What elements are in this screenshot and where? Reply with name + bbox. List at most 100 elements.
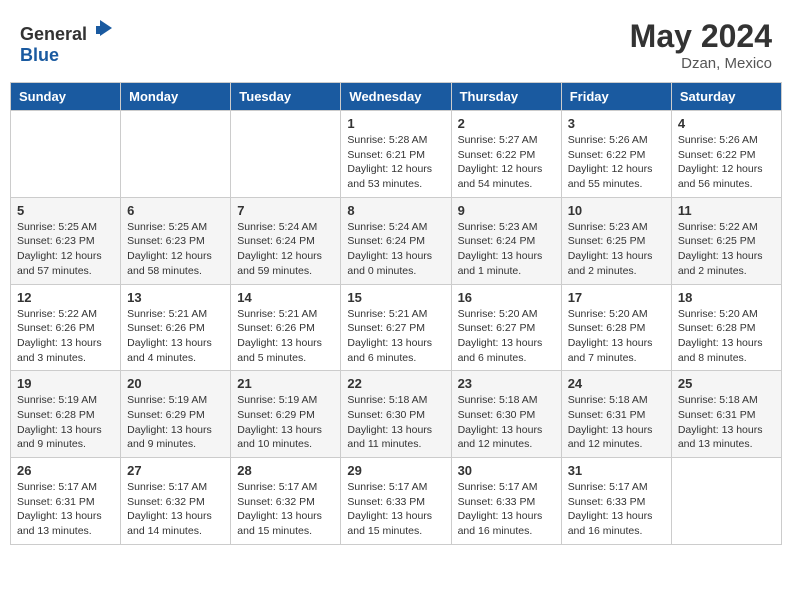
calendar-cell: 29Sunrise: 5:17 AM Sunset: 6:33 PM Dayli… [341, 458, 451, 545]
day-info: Sunrise: 5:17 AM Sunset: 6:31 PM Dayligh… [17, 480, 114, 539]
calendar-cell: 22Sunrise: 5:18 AM Sunset: 6:30 PM Dayli… [341, 371, 451, 458]
calendar-cell: 25Sunrise: 5:18 AM Sunset: 6:31 PM Dayli… [671, 371, 781, 458]
calendar-cell [121, 111, 231, 198]
day-number: 2 [458, 116, 555, 131]
calendar-cell [231, 111, 341, 198]
day-info: Sunrise: 5:23 AM Sunset: 6:24 PM Dayligh… [458, 220, 555, 279]
calendar-cell: 28 Sunrise: 5:17 AM Sunset: 6:32 PM Dayli… [231, 458, 341, 545]
calendar-cell: 15Sunrise: 5:21 AM Sunset: 6:27 PM Dayli… [341, 284, 451, 371]
calendar-cell: 6 Sunrise: 5:25 AM Sunset: 6:23 PM Daylig… [121, 197, 231, 284]
day-info: Sunrise: 5:24 AM Sunset: 6:24 PM Dayligh… [237, 220, 334, 279]
day-number: 20 [127, 376, 224, 391]
day-number: 12 [17, 290, 114, 305]
calendar-cell: 5 Sunrise: 5:25 AM Sunset: 6:23 PM Daylig… [11, 197, 121, 284]
col-header-friday: Friday [561, 83, 671, 111]
calendar-cell: 17 Sunrise: 5:20 AM Sunset: 6:28 PM Dayli… [561, 284, 671, 371]
calendar-cell: 14Sunrise: 5:21 AM Sunset: 6:26 PM Dayli… [231, 284, 341, 371]
day-info: Sunrise: 5:20 AM Sunset: 6:28 PM Dayligh… [678, 307, 775, 366]
day-number: 21 [237, 376, 334, 391]
day-number: 16 [458, 290, 555, 305]
day-number: 31 [568, 463, 665, 478]
day-info: Sunrise: 5:17 AM Sunset: 6:32 PM Dayligh… [237, 480, 334, 539]
day-number: 19 [17, 376, 114, 391]
day-info: Sunrise: 5:26 AM Sunset: 6:22 PM Dayligh… [568, 133, 665, 192]
day-info: Sunrise: 5:27 AM Sunset: 6:22 PM Dayligh… [458, 133, 555, 192]
day-info: Sunrise: 5:26 AM Sunset: 6:22 PM Dayligh… [678, 133, 775, 192]
day-info: Sunrise: 5:18 AM Sunset: 6:30 PM Dayligh… [458, 393, 555, 452]
calendar-cell: 10 Sunrise: 5:23 AM Sunset: 6:25 PM Dayli… [561, 197, 671, 284]
calendar-cell: 20Sunrise: 5:19 AM Sunset: 6:29 PM Dayli… [121, 371, 231, 458]
calendar-cell: 11 Sunrise: 5:22 AM Sunset: 6:25 PM Dayli… [671, 197, 781, 284]
day-info: Sunrise: 5:20 AM Sunset: 6:27 PM Dayligh… [458, 307, 555, 366]
calendar-cell: 2 Sunrise: 5:27 AM Sunset: 6:22 PM Daylig… [451, 111, 561, 198]
day-info: Sunrise: 5:21 AM Sunset: 6:26 PM Dayligh… [237, 307, 334, 366]
calendar-week-row: 5 Sunrise: 5:25 AM Sunset: 6:23 PM Daylig… [11, 197, 782, 284]
page-header: General Blue May 2024 Dzan, Mexico [10, 10, 782, 76]
day-info: Sunrise: 5:23 AM Sunset: 6:25 PM Dayligh… [568, 220, 665, 279]
day-number: 3 [568, 116, 665, 131]
calendar-cell: 19Sunrise: 5:19 AM Sunset: 6:28 PM Dayli… [11, 371, 121, 458]
calendar-cell: 12Sunrise: 5:22 AM Sunset: 6:26 PM Dayli… [11, 284, 121, 371]
day-number: 10 [568, 203, 665, 218]
day-info: Sunrise: 5:25 AM Sunset: 6:23 PM Dayligh… [17, 220, 114, 279]
logo-blue: Blue [20, 45, 59, 65]
day-info: Sunrise: 5:17 AM Sunset: 6:33 PM Dayligh… [568, 480, 665, 539]
col-header-tuesday: Tuesday [231, 83, 341, 111]
calendar-cell: 24 Sunrise: 5:18 AM Sunset: 6:31 PM Dayli… [561, 371, 671, 458]
calendar-week-row: 26 Sunrise: 5:17 AM Sunset: 6:31 PM Dayli… [11, 458, 782, 545]
day-number: 30 [458, 463, 555, 478]
day-info: Sunrise: 5:20 AM Sunset: 6:28 PM Dayligh… [568, 307, 665, 366]
logo: General Blue [20, 18, 116, 66]
day-number: 28 [237, 463, 334, 478]
logo-text: General Blue [20, 18, 116, 66]
day-number: 24 [568, 376, 665, 391]
calendar-week-row: 12Sunrise: 5:22 AM Sunset: 6:26 PM Dayli… [11, 284, 782, 371]
day-number: 11 [678, 203, 775, 218]
calendar-cell: 30 Sunrise: 5:17 AM Sunset: 6:33 PM Dayli… [451, 458, 561, 545]
calendar-cell: 7 Sunrise: 5:24 AM Sunset: 6:24 PM Daylig… [231, 197, 341, 284]
day-info: Sunrise: 5:28 AM Sunset: 6:21 PM Dayligh… [347, 133, 444, 192]
month-title: May 2024 [630, 18, 772, 55]
day-number: 26 [17, 463, 114, 478]
day-number: 7 [237, 203, 334, 218]
calendar-cell: 27Sunrise: 5:17 AM Sunset: 6:32 PM Dayli… [121, 458, 231, 545]
day-number: 9 [458, 203, 555, 218]
day-number: 22 [347, 376, 444, 391]
day-info: Sunrise: 5:22 AM Sunset: 6:25 PM Dayligh… [678, 220, 775, 279]
day-number: 4 [678, 116, 775, 131]
day-number: 15 [347, 290, 444, 305]
calendar-cell: 9 Sunrise: 5:23 AM Sunset: 6:24 PM Daylig… [451, 197, 561, 284]
day-number: 5 [17, 203, 114, 218]
title-section: May 2024 Dzan, Mexico [630, 18, 772, 72]
calendar-cell: 13 Sunrise: 5:21 AM Sunset: 6:26 PM Dayli… [121, 284, 231, 371]
day-info: Sunrise: 5:17 AM Sunset: 6:33 PM Dayligh… [458, 480, 555, 539]
col-header-wednesday: Wednesday [341, 83, 451, 111]
day-number: 18 [678, 290, 775, 305]
logo-general: General [20, 24, 87, 44]
calendar-cell: 21Sunrise: 5:19 AM Sunset: 6:29 PM Dayli… [231, 371, 341, 458]
calendar-week-row: 1 Sunrise: 5:28 AM Sunset: 6:21 PM Daylig… [11, 111, 782, 198]
day-number: 13 [127, 290, 224, 305]
day-info: Sunrise: 5:25 AM Sunset: 6:23 PM Dayligh… [127, 220, 224, 279]
calendar-header-row: SundayMondayTuesdayWednesdayThursdayFrid… [11, 83, 782, 111]
day-info: Sunrise: 5:21 AM Sunset: 6:26 PM Dayligh… [127, 307, 224, 366]
calendar-cell [11, 111, 121, 198]
day-info: Sunrise: 5:18 AM Sunset: 6:31 PM Dayligh… [568, 393, 665, 452]
calendar-cell: 16 Sunrise: 5:20 AM Sunset: 6:27 PM Dayli… [451, 284, 561, 371]
calendar-cell [671, 458, 781, 545]
day-info: Sunrise: 5:17 AM Sunset: 6:33 PM Dayligh… [347, 480, 444, 539]
col-header-monday: Monday [121, 83, 231, 111]
calendar-cell: 31 Sunrise: 5:17 AM Sunset: 6:33 PM Dayli… [561, 458, 671, 545]
calendar-cell: 4 Sunrise: 5:26 AM Sunset: 6:22 PM Daylig… [671, 111, 781, 198]
calendar-week-row: 19Sunrise: 5:19 AM Sunset: 6:28 PM Dayli… [11, 371, 782, 458]
day-number: 8 [347, 203, 444, 218]
day-number: 17 [568, 290, 665, 305]
calendar-cell: 8Sunrise: 5:24 AM Sunset: 6:24 PM Daylig… [341, 197, 451, 284]
col-header-sunday: Sunday [11, 83, 121, 111]
day-number: 6 [127, 203, 224, 218]
calendar-cell: 3 Sunrise: 5:26 AM Sunset: 6:22 PM Daylig… [561, 111, 671, 198]
location-title: Dzan, Mexico [630, 55, 772, 72]
day-number: 1 [347, 116, 444, 131]
col-header-thursday: Thursday [451, 83, 561, 111]
calendar-cell: 23Sunrise: 5:18 AM Sunset: 6:30 PM Dayli… [451, 371, 561, 458]
